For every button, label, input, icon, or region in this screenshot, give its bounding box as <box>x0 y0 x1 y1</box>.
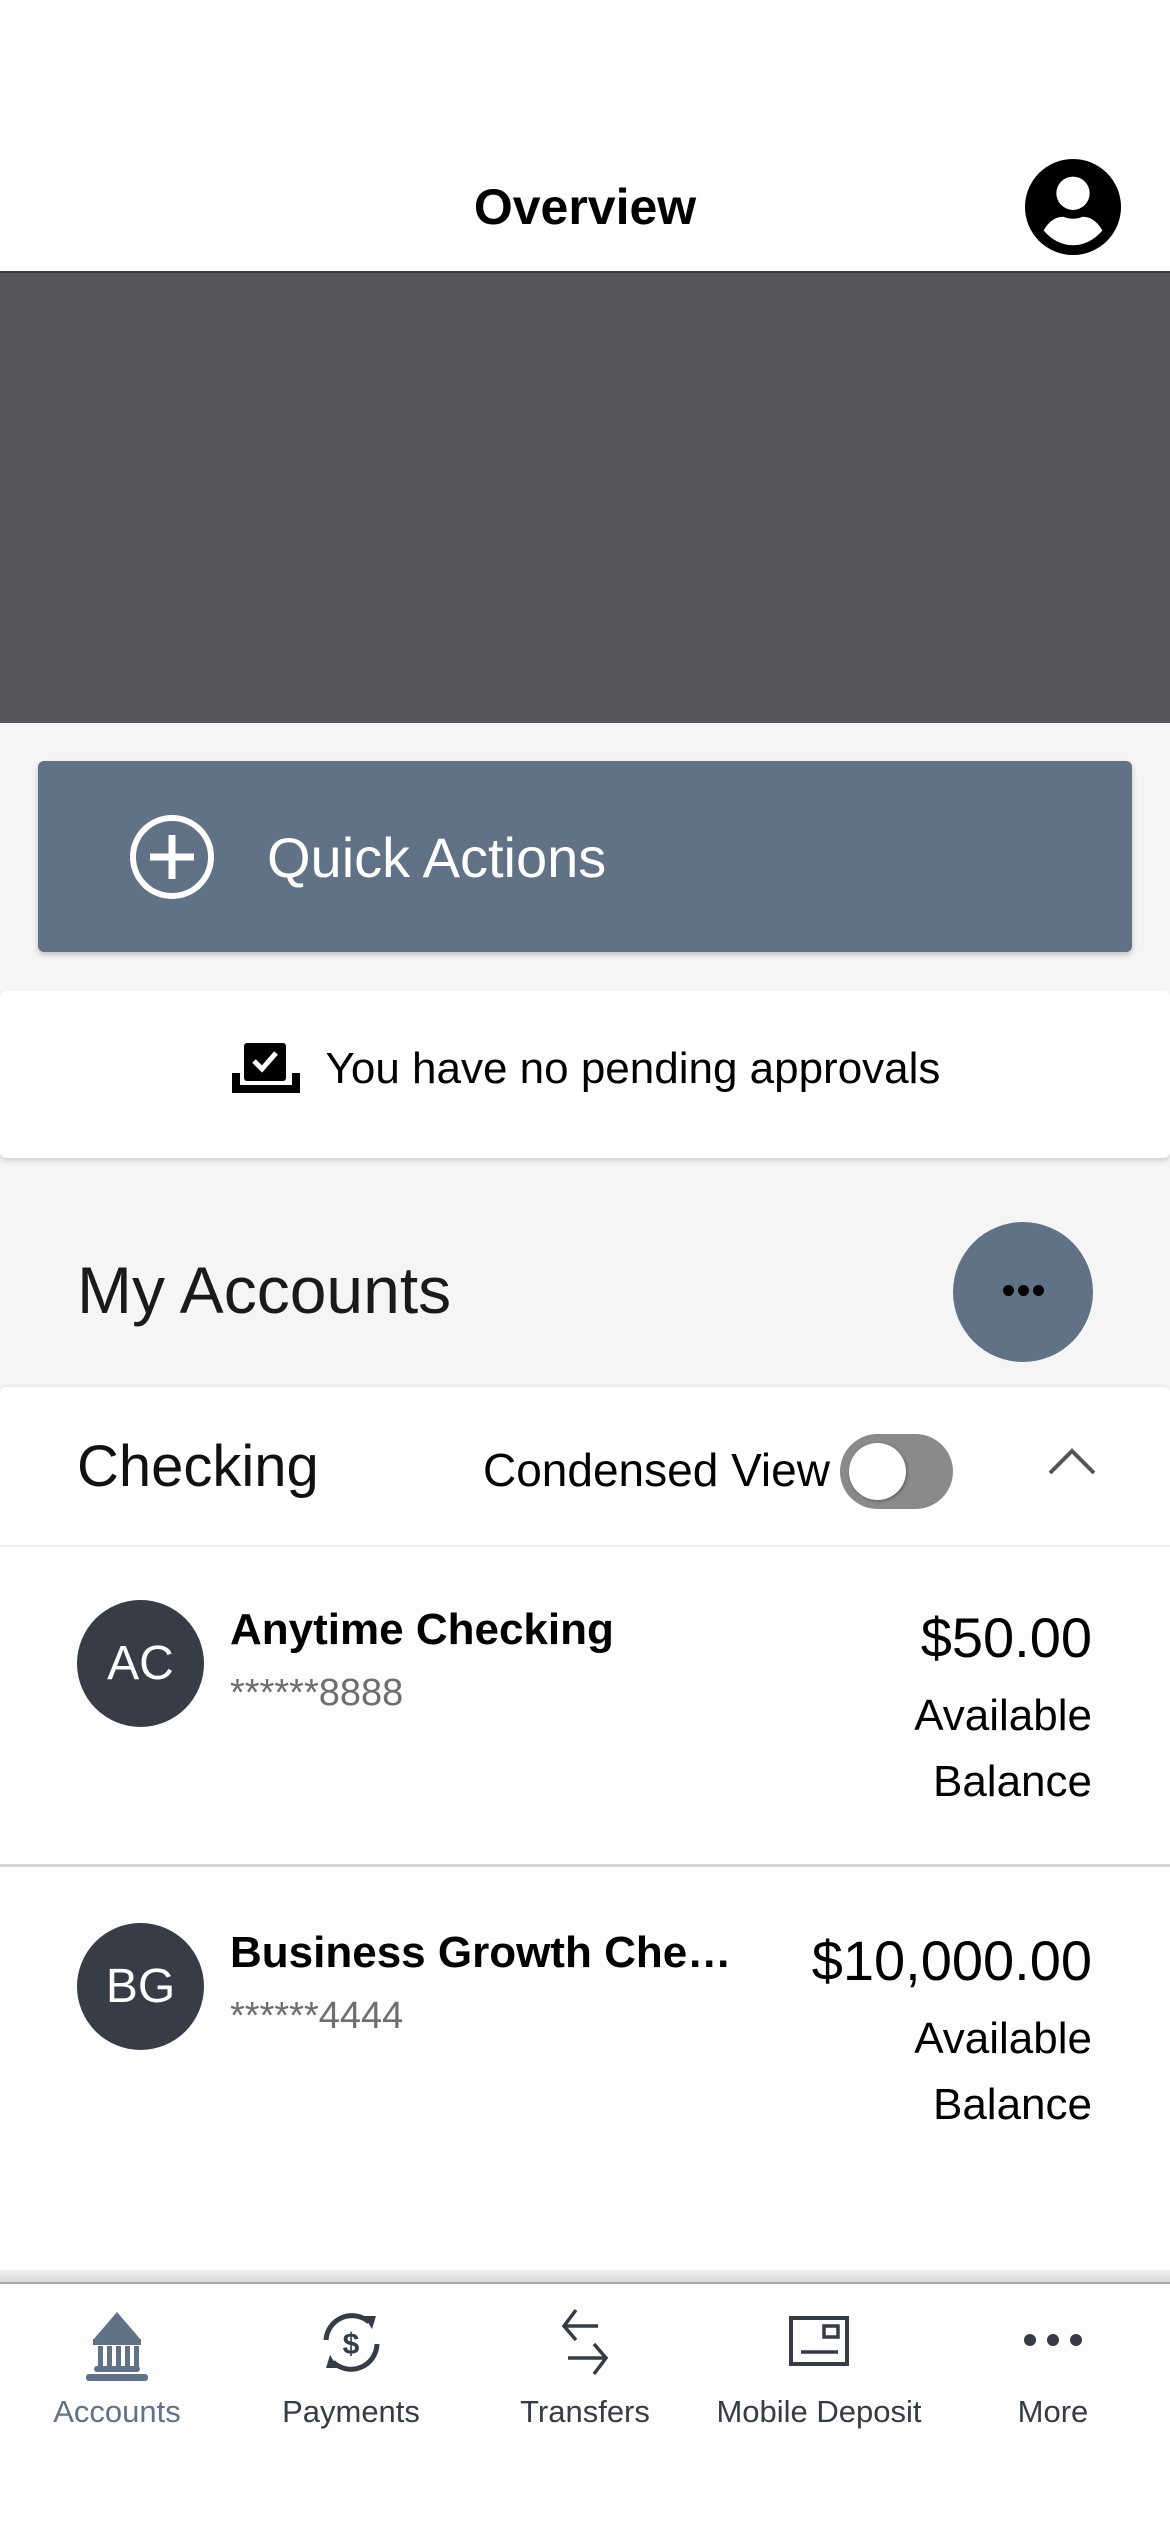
bottom-tab-bar: Accounts $ Payments Transfers Mobile Dep… <box>0 2282 1170 2532</box>
plus-circle-icon <box>130 815 214 899</box>
dollar-cycle-icon: $ <box>323 2313 380 2372</box>
user-circle-icon <box>1024 158 1122 256</box>
account-balance: $10,000.00 <box>811 1929 1092 1992</box>
tab-mobile-deposit[interactable]: Mobile Deposit <box>702 2284 936 2444</box>
tab-label: More <box>1017 2394 1089 2429</box>
tab-more[interactable]: More <box>936 2284 1170 2444</box>
transfer-arrows-icon <box>561 2308 609 2376</box>
more-horizontal-icon <box>1001 1283 1046 1301</box>
account-row[interactable]: AC Anytime Checking ******8888 $50.00 Av… <box>0 1547 1170 1867</box>
toggle-knob <box>849 1443 906 1500</box>
page-title: Overview <box>473 179 697 235</box>
checking-group-title: Checking <box>77 1434 319 1499</box>
nav-shadow <box>0 2270 1170 2282</box>
pending-approvals-card: You have no pending approvals <box>0 991 1170 1158</box>
account-number: ******8888 <box>230 1672 404 1714</box>
approvals-message: You have no pending approvals <box>325 1044 941 1093</box>
svg-text:$: $ <box>343 2328 360 2361</box>
chevron-up-icon[interactable] <box>1046 1443 1098 1477</box>
condensed-view-label: Condensed View <box>483 1444 830 1496</box>
balance-label: Available Balance <box>914 2014 1092 2129</box>
tab-label: Payments <box>282 2394 420 2429</box>
balance-label: Available Balance <box>914 1691 1092 1806</box>
account-name: Business Growth Checki... <box>230 1928 755 1977</box>
tab-label: Transfers <box>520 2394 650 2429</box>
profile-button[interactable] <box>1024 158 1122 256</box>
account-avatar: BG <box>77 1923 204 2050</box>
tab-transfers[interactable]: Transfers <box>468 2284 702 2444</box>
accounts-more-button[interactable] <box>953 1222 1093 1362</box>
check-deposit-icon <box>789 2316 849 2366</box>
more-horizontal-icon <box>1024 2334 1082 2346</box>
quick-actions-button[interactable]: Quick Actions <box>38 761 1132 952</box>
my-accounts-heading: My Accounts <box>77 1253 452 1327</box>
account-name: Anytime Checking <box>230 1605 614 1654</box>
condensed-view-toggle[interactable] <box>840 1434 953 1509</box>
app-header: Overview <box>0 0 1170 273</box>
account-balance: $50.00 <box>920 1606 1092 1669</box>
quick-actions-label: Quick Actions <box>267 826 607 889</box>
tab-payments[interactable]: $ Payments <box>234 2284 468 2444</box>
tab-accounts[interactable]: Accounts <box>0 2284 234 2444</box>
account-avatar: AC <box>77 1600 204 1727</box>
account-row[interactable]: BG Business Growth Checki... ******4444 … <box>0 1870 1170 2275</box>
tab-label: Mobile Deposit <box>716 2394 922 2429</box>
checking-accounts-group: Checking Condensed View AC Anytime Check… <box>0 1387 1170 2277</box>
account-number: ******4444 <box>230 1995 404 2037</box>
tab-label: Accounts <box>53 2394 181 2429</box>
hero-banner <box>0 273 1170 723</box>
approval-check-tray-icon <box>231 1043 300 1093</box>
checking-group-header[interactable]: Checking Condensed View <box>0 1387 1170 1547</box>
bank-icon <box>86 2312 148 2381</box>
